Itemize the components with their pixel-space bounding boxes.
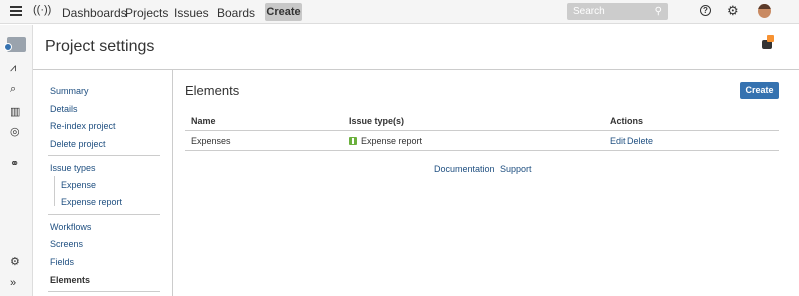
issues-search-icon[interactable]: ⌕ bbox=[10, 83, 16, 96]
sidebar-item-issue-types[interactable]: Issue types bbox=[50, 163, 96, 173]
table-header-divider bbox=[185, 130, 779, 131]
sidebar-item-fields[interactable]: Fields bbox=[50, 257, 74, 267]
nav-boards[interactable]: Boards bbox=[217, 6, 255, 20]
broadcast-logo-icon[interactable]: ((·)) bbox=[33, 4, 51, 16]
table-cell-issue-type: Expense report bbox=[361, 136, 423, 146]
delete-link[interactable]: Delete bbox=[627, 136, 653, 146]
activity-icon[interactable]: ⩘ bbox=[10, 62, 16, 75]
sidebar-divider bbox=[48, 214, 160, 215]
icon-sidebar: ⩘ ⌕ ▥ ◎ ⚭ ⚙ » bbox=[0, 25, 33, 296]
search-input[interactable] bbox=[567, 3, 668, 20]
sidebar-divider bbox=[48, 291, 160, 292]
column-header-issue-types: Issue type(s) bbox=[349, 116, 405, 126]
sidebar-item-reindex[interactable]: Re-index project bbox=[50, 121, 116, 131]
column-header-name: Name bbox=[191, 116, 216, 126]
support-link[interactable]: Support bbox=[500, 164, 532, 174]
column-header-actions: Actions bbox=[610, 116, 644, 126]
sidebar-item-details[interactable]: Details bbox=[50, 104, 78, 114]
expense-report-icon bbox=[349, 137, 357, 145]
documentation-link[interactable]: Documentation bbox=[434, 164, 495, 174]
table-cell-name: Expenses bbox=[191, 136, 231, 146]
table-row-divider bbox=[185, 150, 779, 151]
search-box: ⚲ bbox=[567, 3, 668, 20]
settings-sidebar: Summary Details Re-index project Delete … bbox=[33, 70, 173, 296]
sidebar-item-expense[interactable]: Expense bbox=[61, 180, 96, 190]
user-avatar[interactable] bbox=[758, 4, 771, 18]
edit-link[interactable]: Edit bbox=[610, 136, 626, 146]
sidebar-item-expense-report[interactable]: Expense report bbox=[61, 197, 122, 207]
sidebar-item-screens[interactable]: Screens bbox=[50, 239, 83, 249]
tree-line bbox=[54, 176, 55, 206]
page-title: Project settings bbox=[45, 38, 155, 55]
link-icon[interactable]: ⚭ bbox=[10, 157, 19, 170]
search-icon[interactable]: ⚲ bbox=[655, 6, 662, 17]
create-button[interactable]: Create bbox=[265, 3, 302, 21]
sidebar-item-delete-project[interactable]: Delete project bbox=[50, 139, 106, 149]
sidebar-item-elements[interactable]: Elements bbox=[50, 275, 90, 285]
section-title: Elements bbox=[185, 83, 240, 98]
create-element-button[interactable]: Create bbox=[740, 82, 779, 99]
notification-icon[interactable] bbox=[762, 35, 774, 49]
project-avatar[interactable] bbox=[4, 37, 26, 52]
gear-icon[interactable]: ⚙ bbox=[727, 3, 739, 19]
reports-icon[interactable]: ▥ bbox=[10, 105, 20, 118]
help-icon[interactable]: ? bbox=[700, 5, 711, 16]
sidebar-divider bbox=[48, 155, 160, 156]
sidebar-item-summary[interactable]: Summary bbox=[50, 86, 89, 96]
expand-icon[interactable]: » bbox=[10, 277, 16, 289]
components-icon[interactable]: ◎ bbox=[10, 125, 20, 138]
nav-issues[interactable]: Issues bbox=[174, 6, 209, 20]
sidebar-item-workflows[interactable]: Workflows bbox=[50, 222, 91, 232]
top-navigation-bar: ((·)) Dashboards Projects Issues Boards … bbox=[0, 0, 799, 24]
settings-gear-icon[interactable]: ⚙ bbox=[10, 255, 20, 268]
project-status-dot bbox=[4, 43, 12, 51]
nav-dashboards[interactable]: Dashboards bbox=[62, 6, 127, 20]
menu-icon[interactable] bbox=[10, 6, 22, 16]
notification-badge bbox=[767, 35, 774, 42]
nav-projects[interactable]: Projects bbox=[125, 6, 168, 20]
